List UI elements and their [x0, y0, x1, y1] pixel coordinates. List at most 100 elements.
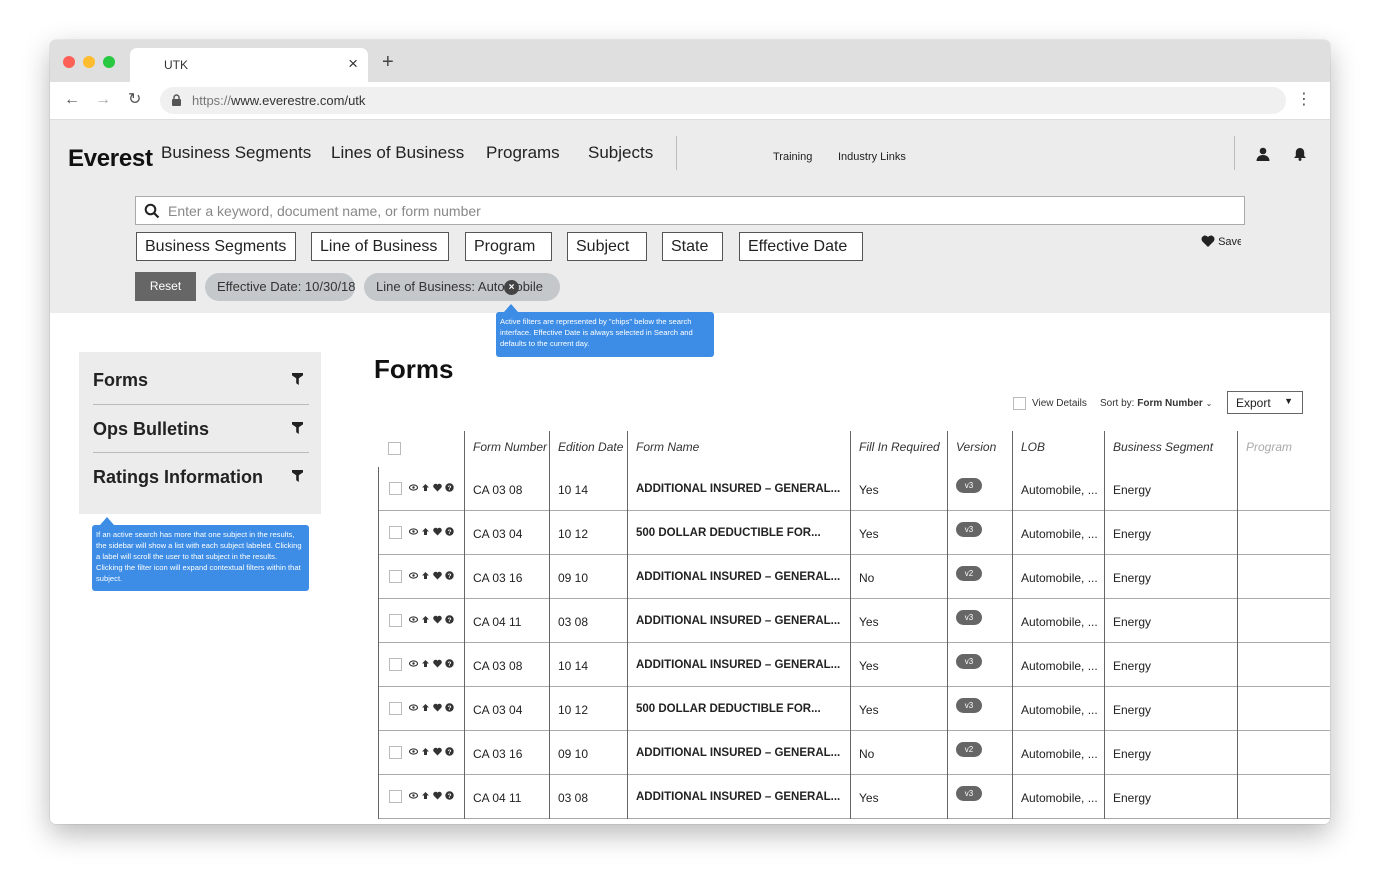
col-program[interactable]: Program [1238, 431, 1330, 467]
row-checkbox[interactable] [389, 702, 402, 715]
cell-form-name[interactable]: 500 DOLLAR DEDUCTIBLE FOR... [628, 511, 851, 555]
cell-form-name[interactable]: 500 DOLLAR DEDUCTIBLE FOR... [628, 687, 851, 731]
version-badge[interactable]: v3 [956, 522, 982, 537]
help-icon[interactable]: ? [445, 703, 454, 712]
eye-icon[interactable] [409, 703, 418, 712]
share-icon[interactable] [421, 483, 430, 492]
share-icon[interactable] [421, 571, 430, 580]
filter-icon[interactable] [292, 422, 303, 434]
nav-subjects[interactable]: Subjects [588, 143, 653, 163]
nav-programs[interactable]: Programs [486, 143, 560, 163]
heart-icon[interactable] [433, 571, 442, 580]
table-row[interactable]: ? CA 03 16 09 10 ADDITIONAL INSURED – GENER… [378, 555, 1330, 599]
nav-business-segments[interactable]: Business Segments [161, 143, 311, 163]
col-form-name[interactable]: Form Name [628, 431, 851, 467]
filter-effective-date[interactable]: Effective Date [739, 232, 863, 261]
close-window-icon[interactable] [63, 56, 75, 68]
version-badge[interactable]: v2 [956, 566, 982, 581]
cell-form-name[interactable]: ADDITIONAL INSURED – GENERAL... [628, 467, 851, 511]
table-row[interactable]: ? CA 03 04 10 12 500 DOLLAR DEDUCTIBLE FOR.… [378, 687, 1330, 731]
new-tab-icon[interactable]: + [382, 51, 394, 73]
table-row[interactable]: ? CA 03 08 10 14 ADDITIONAL INSURED – GENER… [378, 643, 1330, 687]
heart-icon[interactable] [433, 615, 442, 624]
share-icon[interactable] [421, 659, 430, 668]
version-badge[interactable]: v3 [956, 786, 982, 801]
table-row[interactable]: ? CA 04 11 03 08 ADDITIONAL INSURED – GENER… [378, 775, 1330, 819]
minimize-window-icon[interactable] [83, 56, 95, 68]
row-checkbox[interactable] [389, 570, 402, 583]
sidebar-item-ratings-information[interactable]: Ratings Information [93, 452, 309, 500]
row-checkbox[interactable] [389, 526, 402, 539]
cell-form-number[interactable]: CA 03 16 [465, 731, 550, 775]
industry-links-link[interactable]: Industry Links [838, 151, 906, 163]
table-row[interactable]: ? CA 03 16 09 10 ADDITIONAL INSURED – GENER… [378, 731, 1330, 775]
heart-icon[interactable] [433, 483, 442, 492]
help-icon[interactable]: ? [445, 615, 454, 624]
filter-icon[interactable] [292, 373, 303, 385]
version-badge[interactable]: v2 [956, 742, 982, 757]
version-badge[interactable]: v3 [956, 478, 982, 493]
cell-form-number[interactable]: CA 03 04 [465, 687, 550, 731]
heart-icon[interactable] [433, 703, 442, 712]
version-badge[interactable]: v3 [956, 698, 982, 713]
browser-tab[interactable]: UTK × [130, 48, 368, 82]
sidebar-item-forms[interactable]: Forms [93, 356, 309, 404]
cell-form-name[interactable]: ADDITIONAL INSURED – GENERAL... [628, 775, 851, 819]
filter-program[interactable]: Program [465, 232, 552, 261]
cell-form-number[interactable]: CA 03 08 [465, 467, 550, 511]
eye-icon[interactable] [409, 747, 418, 756]
sidebar-item-ops-bulletins[interactable]: Ops Bulletins [93, 404, 309, 452]
filter-line-of-business[interactable]: Line of Business [311, 232, 449, 261]
search-bar[interactable] [135, 196, 1245, 225]
col-form-number[interactable]: Form Number [465, 431, 550, 467]
help-icon[interactable]: ? [445, 571, 454, 580]
heart-icon[interactable] [433, 527, 442, 536]
filter-icon[interactable] [292, 470, 303, 482]
back-icon[interactable]: ← [64, 90, 80, 110]
cell-form-number[interactable]: CA 03 08 [465, 643, 550, 687]
col-edition-date[interactable]: Edition Date [550, 431, 628, 467]
heart-icon[interactable] [433, 747, 442, 756]
training-link[interactable]: Training [773, 151, 812, 163]
row-checkbox[interactable] [389, 746, 402, 759]
cell-form-number[interactable]: CA 03 16 [465, 555, 550, 599]
eye-icon[interactable] [409, 483, 418, 492]
url-field[interactable]: https://www.everestre.com/utk [160, 87, 1286, 114]
row-checkbox[interactable] [389, 614, 402, 627]
heart-icon[interactable] [433, 791, 442, 800]
chip-line-of-business[interactable]: Line of Business: Automobile [364, 273, 560, 301]
cell-form-number[interactable]: CA 04 11 [465, 599, 550, 643]
row-checkbox[interactable] [389, 658, 402, 671]
col-lob[interactable]: LOB [1013, 431, 1105, 467]
col-version[interactable]: Version [948, 431, 1013, 467]
filter-business-segments[interactable]: Business Segments [136, 232, 296, 261]
version-badge[interactable]: v3 [956, 654, 982, 669]
table-row[interactable]: ? CA 03 04 10 12 500 DOLLAR DEDUCTIBLE FOR.… [378, 511, 1330, 555]
share-icon[interactable] [421, 615, 430, 624]
search-input[interactable] [168, 201, 1228, 221]
sort-control[interactable]: Sort by: Form Number ⌄ [1100, 398, 1212, 409]
select-all-checkbox[interactable] [388, 442, 401, 455]
help-icon[interactable]: ? [445, 483, 454, 492]
eye-icon[interactable] [409, 659, 418, 668]
view-details-checkbox[interactable] [1013, 397, 1026, 410]
row-checkbox[interactable] [389, 790, 402, 803]
bell-icon[interactable] [1293, 147, 1307, 161]
cell-form-name[interactable]: ADDITIONAL INSURED – GENERAL... [628, 731, 851, 775]
col-fill-in-required[interactable]: Fill In Required [851, 431, 948, 467]
heart-icon[interactable] [433, 659, 442, 668]
nav-lines-of-business[interactable]: Lines of Business [331, 143, 464, 163]
share-icon[interactable] [421, 527, 430, 536]
cell-form-number[interactable]: CA 04 11 [465, 775, 550, 819]
share-icon[interactable] [421, 791, 430, 800]
cell-form-name[interactable]: ADDITIONAL INSURED – GENERAL... [628, 599, 851, 643]
eye-icon[interactable] [409, 571, 418, 580]
save-search[interactable]: Save [1201, 235, 1241, 248]
reload-icon[interactable]: ↻ [128, 90, 141, 110]
table-row[interactable]: ? CA 03 08 10 14 ADDITIONAL INSURED – GENER… [378, 467, 1330, 511]
maximize-window-icon[interactable] [103, 56, 115, 68]
version-badge[interactable]: v3 [956, 610, 982, 625]
filter-state[interactable]: State [662, 232, 723, 261]
browser-menu-icon[interactable]: ⋮ [1296, 91, 1312, 109]
export-dropdown[interactable]: Export ▼ [1227, 391, 1303, 414]
